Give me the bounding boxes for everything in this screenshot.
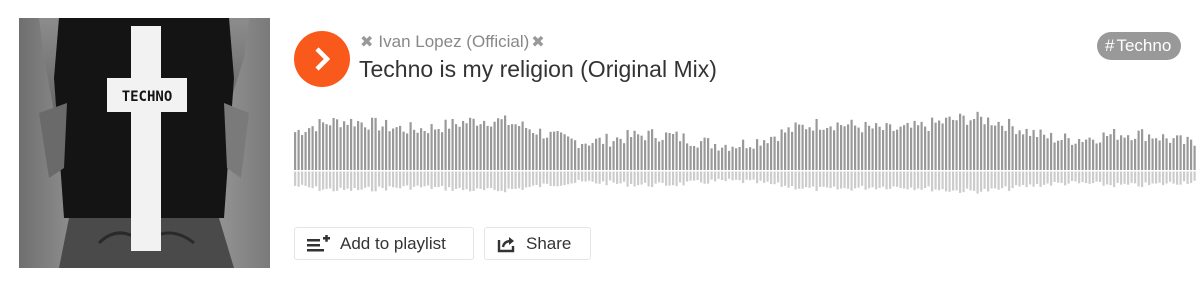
play-icon [315, 47, 331, 71]
cross-icon: ✖ [531, 34, 545, 51]
share-button[interactable]: Share [484, 227, 591, 260]
artwork-shirt-text: TECHNO [122, 89, 173, 105]
genre-tag[interactable]: # Techno [1097, 32, 1182, 60]
track-title[interactable]: Techno is my religion (Original Mix) [359, 56, 717, 83]
tag-hash: # [1105, 36, 1115, 55]
play-button[interactable] [294, 31, 350, 87]
artwork-image: TECHNO [19, 18, 270, 268]
cross-icon: ✖ [360, 34, 374, 51]
track-artwork[interactable]: TECHNO [19, 18, 270, 268]
share-icon [497, 235, 517, 253]
tag-label: Techno [1116, 36, 1172, 55]
add-to-playlist-icon [307, 234, 331, 253]
waveform-graphic [294, 111, 1196, 194]
add-to-playlist-button[interactable]: Add to playlist [294, 227, 474, 260]
add-to-playlist-label: Add to playlist [340, 233, 446, 253]
waveform[interactable] [294, 100, 1200, 200]
artist-row: ✖ Ivan Lopez (Official) ✖ [359, 31, 546, 53]
share-label: Share [526, 233, 572, 253]
artist-name[interactable]: Ivan Lopez (Official) [378, 32, 529, 52]
